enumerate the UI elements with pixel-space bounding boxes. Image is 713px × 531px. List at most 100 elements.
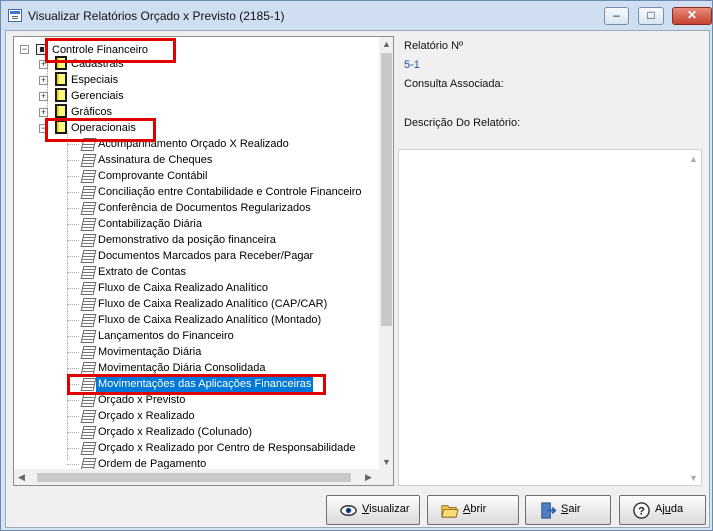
description-scrollbar[interactable]: ▲ ▼ [686,150,701,485]
tree-connector [67,432,79,433]
app-window-icon [8,9,22,22]
tree-vertical-scrollbar[interactable]: ▲ ▼ [379,37,393,469]
sair-label: air [568,503,581,515]
tree-report-label: Demonstrativo da posição financeira [98,234,276,246]
action-button-bar: Visualizar Abrir Sair ? Ajuda [6,491,711,529]
tree-group-especiais[interactable]: + Especiais [39,72,159,88]
tree-report-item[interactable]: Extrato de Contas [61,264,379,280]
visualizar-label: isualizar [369,503,410,515]
tree-connector [67,304,79,305]
report-icon [80,394,97,407]
tree-report-item[interactable]: Conferência de Documentos Regularizados [61,200,379,216]
scroll-up-icon[interactable]: ▲ [382,39,391,49]
tree-connector [67,352,79,353]
tree-report-item[interactable]: Ordem de Pagamento [61,456,379,469]
tree-group-gerenciais[interactable]: + Gerenciais [39,88,159,104]
visualizar-button[interactable]: Visualizar [326,495,420,525]
report-details-panel: Relatório Nº 5-1 Consulta Associada: Des… [396,36,706,486]
highlight-box-operacionais [45,118,156,142]
tree-report-item[interactable]: Orçado x Realizado [61,408,379,424]
tree-connector [67,144,79,145]
tree-connector [67,224,79,225]
highlight-box-root [45,38,176,63]
report-icon [80,170,97,183]
tree-connector [67,176,79,177]
minimize-button[interactable]: – [604,7,629,25]
ajuda-button[interactable]: ? Ajuda [619,495,706,525]
tree-report-label: Orçado x Realizado (Colunado) [98,426,253,438]
report-tree-panel: − Controle Financeiro + Cadastrais + Esp… [13,36,394,486]
tree-report-label: Conferência de Documentos Regularizados [98,202,311,214]
eye-icon [340,505,357,516]
tree-report-item[interactable]: Fluxo de Caixa Realizado Analítico (Mont… [61,312,379,328]
scroll-down-icon[interactable]: ▼ [382,457,391,467]
scroll-down-icon[interactable]: ▼ [689,473,698,483]
scroll-thumb[interactable] [37,473,351,482]
tree-report-label: Documentos Marcados para Receber/Pagar [98,250,314,262]
sair-button[interactable]: Sair [525,495,611,525]
maximize-button[interactable]: □ [638,7,664,25]
tree-connector [67,240,79,241]
tree-connector [67,448,79,449]
description-textarea[interactable]: ▲ ▼ [398,149,702,486]
tree-connector [67,160,79,161]
tree-report-label: Extrato de Contas [98,266,187,278]
report-icon [80,282,97,295]
tree-report-item[interactable]: Comprovante Contábil [61,168,379,184]
report-icon [80,314,97,327]
tree-connector [67,272,79,273]
scroll-right-icon[interactable]: ▶ [365,472,372,483]
report-icon [80,442,97,455]
report-tree[interactable]: − Controle Financeiro + Cadastrais + Esp… [14,37,379,469]
abrir-button[interactable]: Abrir [427,495,519,525]
tree-report-label: Fluxo de Caixa Realizado Analítico (CAP/… [98,298,328,310]
scroll-left-icon[interactable]: ◀ [18,472,25,483]
tree-report-item[interactable]: Demonstrativo da posição financeira [61,232,379,248]
tree-report-item[interactable]: Documentos Marcados para Receber/Pagar [61,248,379,264]
expand-icon[interactable]: + [39,108,48,117]
tree-report-item[interactable]: Orçado x Realizado (Colunado) [61,424,379,440]
tree-report-item[interactable]: Contabilização Diária [61,216,379,232]
expand-icon[interactable]: + [39,92,48,101]
tree-connector [67,320,79,321]
title-bar: Visualizar Relatórios Orçado x Previsto … [1,1,712,31]
scroll-up-icon[interactable]: ▲ [689,154,698,164]
tree-report-item[interactable]: Orçado x Realizado por Centro de Respons… [61,440,379,456]
folder-icon [55,72,67,86]
close-button[interactable]: ✕ [672,7,712,25]
tree-connector [67,336,79,337]
tree-connector [67,400,79,401]
exit-door-icon [541,502,557,519]
folder-open-icon [441,505,459,518]
highlight-box-selected-report [67,374,326,395]
tree-report-label: Ordem de Pagamento [98,458,207,469]
expand-icon[interactable]: + [39,76,48,85]
ajuda-label-rest: da [670,503,684,515]
report-icon [80,202,97,215]
folder-icon [55,104,67,118]
scroll-corner [379,469,393,485]
tree-horizontal-scrollbar[interactable]: ◀ ▶ [14,469,379,485]
tree-connector [67,288,79,289]
tree-report-item[interactable]: Lançamentos do Financeiro [61,328,379,344]
report-icon [80,346,97,359]
tree-report-item[interactable]: Fluxo de Caixa Realizado Analítico (CAP/… [61,296,379,312]
report-icon [80,234,97,247]
collapse-icon[interactable]: − [20,45,29,54]
report-icon [80,298,97,311]
tree-report-item[interactable]: Conciliação entre Contabilidade e Contro… [61,184,379,200]
report-number-value: 5-1 [404,59,420,71]
ajuda-label-prefix: Aj [655,503,665,515]
tree-report-label: Contabilização Diária [98,218,202,230]
report-number-label: Relatório Nº [404,40,464,52]
tree-report-item[interactable]: Movimentação Diária [61,344,379,360]
tree-report-item[interactable]: Fluxo de Caixa Realizado Analítico [61,280,379,296]
tree-report-label: Lançamentos do Financeiro [98,330,234,342]
associated-query-label: Consulta Associada: [404,78,504,90]
window-title: Visualizar Relatórios Orçado x Previsto … [28,9,285,23]
report-icon [80,154,97,167]
tree-report-label: Assinatura de Cheques [98,154,213,166]
tree-report-item[interactable]: Assinatura de Cheques [61,152,379,168]
tree-connector [67,368,79,369]
scroll-thumb[interactable] [381,53,392,326]
